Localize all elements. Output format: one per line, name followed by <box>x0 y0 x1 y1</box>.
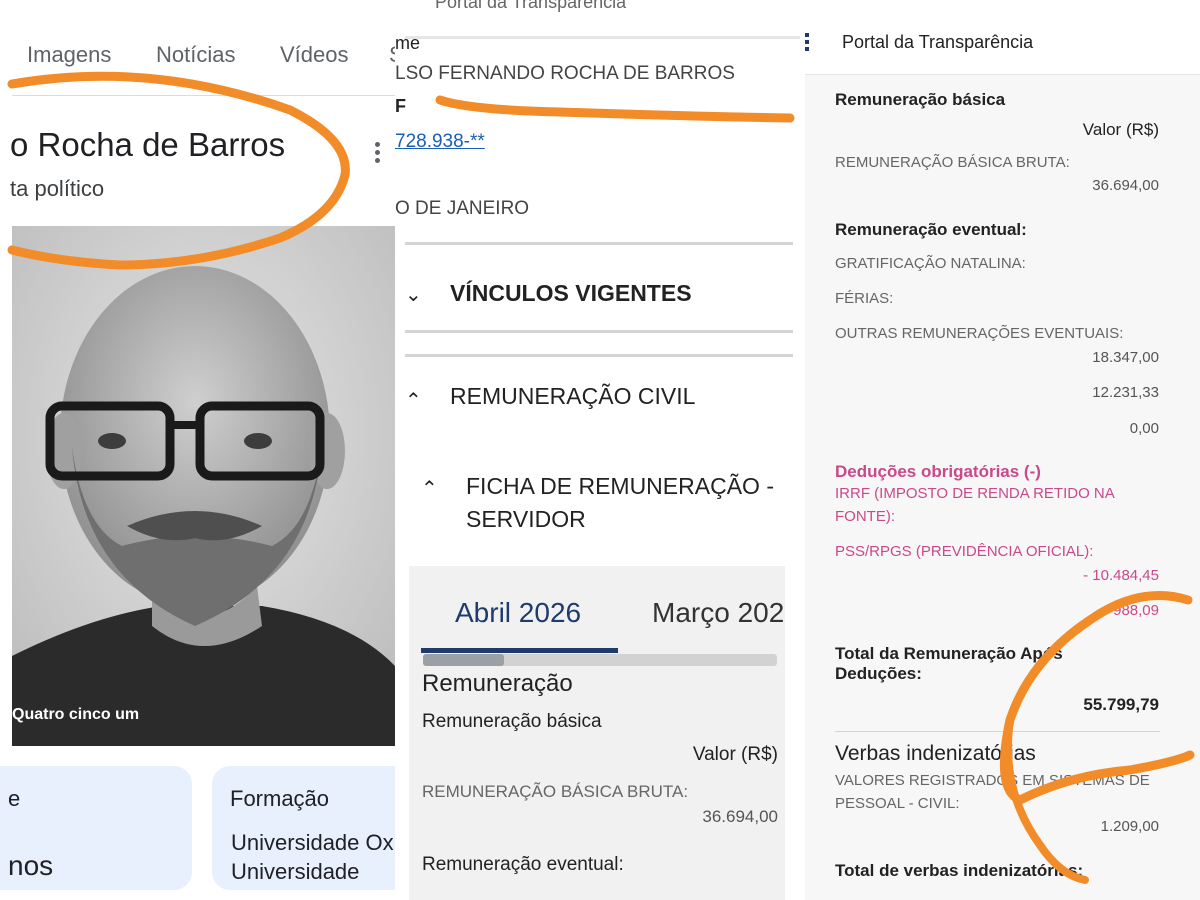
portrait-illustration <box>12 226 395 746</box>
remuneracao-basica-heading: Remuneração básica <box>422 711 602 732</box>
ficha-remuneracao-title[interactable]: FICHA DE REMUNERAÇÃO - SERVIDOR <box>466 470 774 536</box>
divider <box>12 95 395 96</box>
total-apos-deducoes-line1: Total da Remuneração Após <box>835 644 1063 663</box>
more-options-icon[interactable] <box>375 142 383 166</box>
section-remuneracao-civil[interactable]: REMUNERAÇÃO CIVIL <box>450 383 695 410</box>
valores-registrados-value: 1.209,00 <box>1100 818 1159 835</box>
active-tab-indicator <box>421 648 618 653</box>
info-card-left-title: e <box>8 786 21 811</box>
servidor-name: LSO FERNANDO ROCHA DE BARROS <box>395 63 735 84</box>
person-photo[interactable]: Quatro cinco um <box>12 226 395 746</box>
valor-label: Valor (R$) <box>692 744 778 765</box>
chevron-up-icon[interactable]: ⌃ <box>421 476 438 501</box>
tabs-scroll-thumb[interactable] <box>423 654 505 666</box>
outras-remuneracoes-label: OUTRAS REMUNERAÇÕES EVENTUAIS: <box>835 325 1124 342</box>
ficha-title-line1: FICHA DE REMUNERAÇÃO - <box>466 473 774 499</box>
divider <box>405 330 793 333</box>
top-divider <box>405 36 800 39</box>
remuneracao-eventual-heading: Remuneração eventual: <box>422 854 624 875</box>
basica-bruta-value: 36.694,00 <box>702 807 778 826</box>
menu-icon[interactable] <box>805 33 809 54</box>
info-card-formacao[interactable]: Formação Universidade Ox Universidade <box>212 766 395 890</box>
deducao-value-2: - 988,09 <box>1103 602 1159 619</box>
top-cut-text: Portal da Transparência <box>395 0 800 22</box>
tab-marco[interactable]: Março 202 <box>652 597 784 629</box>
chevron-down-icon[interactable]: ⌄ <box>405 282 422 307</box>
photo-caption: Quatro cinco um <box>12 706 140 723</box>
basica-bruta-label: REMUNERAÇÃO BÁSICA BRUTA: <box>835 154 1070 171</box>
total-verbas-label: Total de verbas indenizatórias: <box>835 861 1084 880</box>
eventual-value-1: 18.347,00 <box>1092 349 1159 366</box>
deducao-value-1: - 10.484,45 <box>1083 567 1159 584</box>
transparencia-values-panel: Portal da Transparência Remuneração bási… <box>805 0 1200 900</box>
total-apos-deducoes-value: 55.799,79 <box>1083 695 1159 714</box>
eventual-value-2: 12.231,33 <box>1092 384 1159 401</box>
remuneracao-heading: Remuneração <box>422 670 573 697</box>
tab-imagens[interactable]: Imagens <box>27 42 111 68</box>
pss-label: PSS/RPGS (PREVIDÊNCIA OFICIAL): <box>835 543 1094 560</box>
search-result-panel: Imagens Notícias Vídeos S o Rocha de Bar… <box>0 0 395 900</box>
eventual-value-3: 0,00 <box>1129 420 1159 437</box>
info-card-left-text: nos <box>8 850 54 881</box>
valores-registrados-line1: VALORES REGISTRADOS EM SISTEMAS DE <box>835 772 1150 789</box>
field-label-nome: me <box>395 33 421 53</box>
valores-registrados-line2: PESSOAL - CIVIL: <box>835 795 960 812</box>
basica-bruta-value: 36.694,00 <box>1092 177 1159 194</box>
ficha-title-line2: SERVIDOR <box>466 506 586 532</box>
remuneracao-eventual-heading: Remuneração eventual: <box>835 220 1027 239</box>
deducoes-heading: Deduções obrigatórias (-) <box>835 462 1041 481</box>
info-card-formacao-line1: Universidade Ox <box>231 830 394 855</box>
app-header: Portal da Transparência <box>805 0 1200 75</box>
tab-noticias[interactable]: Notícias <box>156 42 235 68</box>
tabs-scroll-bar[interactable] <box>423 654 777 666</box>
cpf-link[interactable]: 728.938-** <box>395 131 485 153</box>
top-cut-title: Portal da Transparência <box>435 0 627 12</box>
divider <box>405 242 793 245</box>
section-vinculos-vigentes[interactable]: VÍNCULOS VIGENTES <box>450 280 692 307</box>
transparencia-detail-panel: Portal da Transparência me LSO FERNANDO … <box>395 0 800 900</box>
info-card-formacao-title: Formação <box>230 786 330 811</box>
total-apos-deducoes-line2: Deduções: <box>835 664 922 683</box>
divider <box>835 731 1160 732</box>
tab-videos[interactable]: Vídeos <box>280 42 349 68</box>
info-card-formacao-line2: Universidade <box>231 859 360 884</box>
knowledge-panel-subtitle: ta político <box>10 176 105 201</box>
divider <box>405 354 793 357</box>
app-title: Portal da Transparência <box>842 32 1034 52</box>
irrf-label-line2: FONTE): <box>835 508 895 525</box>
info-card-left[interactable]: e nos <box>0 766 192 890</box>
gratificacao-natalina-label: GRATIFICAÇÃO NATALINA: <box>835 255 1026 272</box>
search-tabs: Imagens Notícias Vídeos S <box>0 38 395 78</box>
chevron-up-icon[interactable]: ⌃ <box>405 388 422 413</box>
basica-bruta-label: REMUNERAÇÃO BÁSICA BRUTA: <box>422 782 689 801</box>
city-value: O DE JANEIRO <box>395 198 530 219</box>
field-label-cpf: F <box>395 96 406 116</box>
verbas-indenizatorias-heading: Verbas indenizatórias <box>835 742 1036 765</box>
knowledge-panel-title: o Rocha de Barros <box>10 126 286 163</box>
irrf-label-line1: IRRF (IMPOSTO DE RENDA RETIDO NA <box>835 485 1115 502</box>
tab-abril-2026[interactable]: Abril 2026 <box>455 597 581 629</box>
valor-label: Valor (R$) <box>1082 120 1159 139</box>
ferias-label: FÉRIAS: <box>835 290 894 307</box>
remuneracao-basica-heading: Remuneração básica <box>835 90 1006 109</box>
